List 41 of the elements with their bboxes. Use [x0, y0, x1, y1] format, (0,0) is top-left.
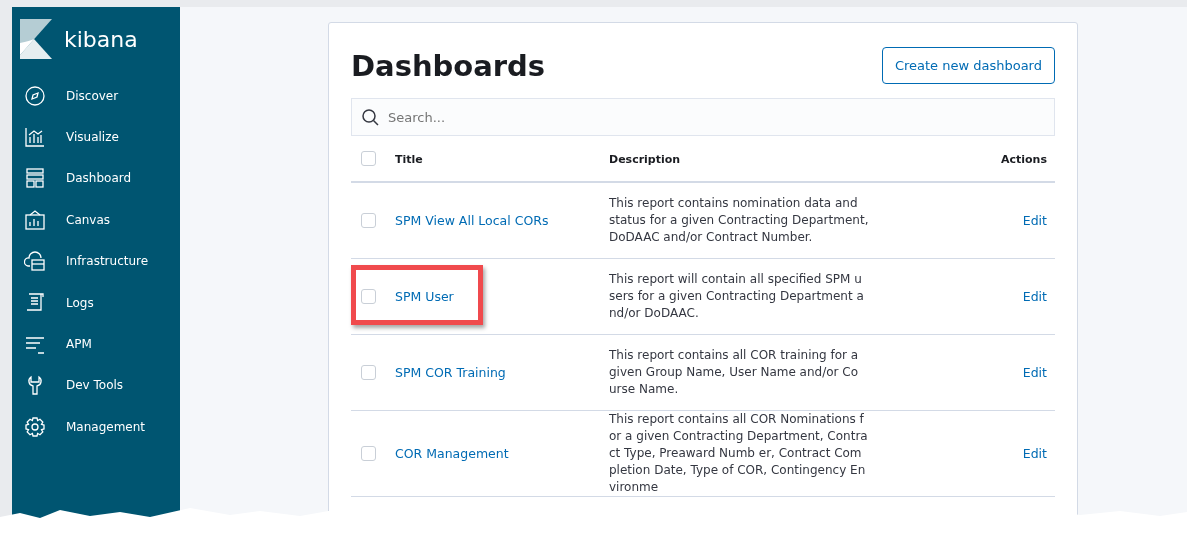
edit-link[interactable]: Edit [1022, 365, 1047, 380]
edit-link[interactable]: Edit [1022, 213, 1047, 228]
kibana-logo-icon [20, 19, 52, 59]
row-checkbox[interactable] [361, 289, 376, 304]
edit-link[interactable]: Edit [1022, 446, 1047, 461]
dashboard-description: This report contains all COR Nominations f or a given Contracting Department, Contra ct Type, Preaward Numb er, Contract Com pletion Date, Type of COR, Contingency En vironme [609, 411, 869, 496]
scroll-icon [24, 291, 46, 314]
dashboard-description: This report will contain all specified SPM u sers for a given Contracting Department a nd/or DoDAAC. [609, 271, 865, 322]
create-dashboard-button[interactable]: Create new dashboard [881, 47, 1055, 84]
nav-item[interactable]: Visualize [12, 116, 180, 158]
dashboard-title-link[interactable]: SPM View All Local CORs [395, 213, 549, 228]
settings-icon [24, 415, 46, 438]
nav-item[interactable]: Dev Tools [12, 364, 180, 407]
dashboard-description: This report contains all COR training for a given Group Name, User Name and/or Co urse Name. [609, 347, 860, 398]
dashboard-title-link[interactable]: SPM User [395, 289, 454, 304]
dashboard-title-link[interactable]: SPM COR Training [395, 365, 506, 380]
nav-item[interactable]: Canvas [12, 199, 180, 241]
page-title: Dashboards [351, 48, 546, 83]
nav-item[interactable]: APM [12, 323, 180, 365]
dashboard-icon [24, 167, 46, 190]
search-field[interactable]: Search... [351, 98, 1055, 136]
column-header: Actions [1001, 153, 1047, 166]
nav-item[interactable]: Dashboard [12, 157, 180, 200]
column-header: Description [609, 153, 681, 166]
nav-item[interactable]: Management [12, 406, 180, 448]
chart-icon [24, 126, 46, 149]
select-all-checkbox[interactable] [361, 151, 376, 166]
row-checkbox[interactable] [361, 365, 376, 380]
canvas-icon [24, 208, 46, 231]
nav-item[interactable]: Logs [12, 281, 180, 324]
brand-name: kibana [64, 26, 138, 52]
row-checkbox[interactable] [361, 446, 376, 461]
compass-icon [24, 84, 46, 107]
column-header[interactable]: Title [395, 153, 423, 166]
nav-item[interactable]: Infrastructure [12, 240, 180, 282]
edit-link[interactable]: Edit [1022, 289, 1047, 304]
dashboard-description: This report contains nomination data and status for a given Contracting Department, DoDAAC and/or Contract Number. [609, 195, 870, 246]
nav-item[interactable]: Discover [12, 75, 180, 117]
cloud-icon [24, 250, 46, 273]
dashboard-title-link[interactable]: COR Management [395, 446, 509, 461]
row-checkbox[interactable] [361, 213, 376, 228]
